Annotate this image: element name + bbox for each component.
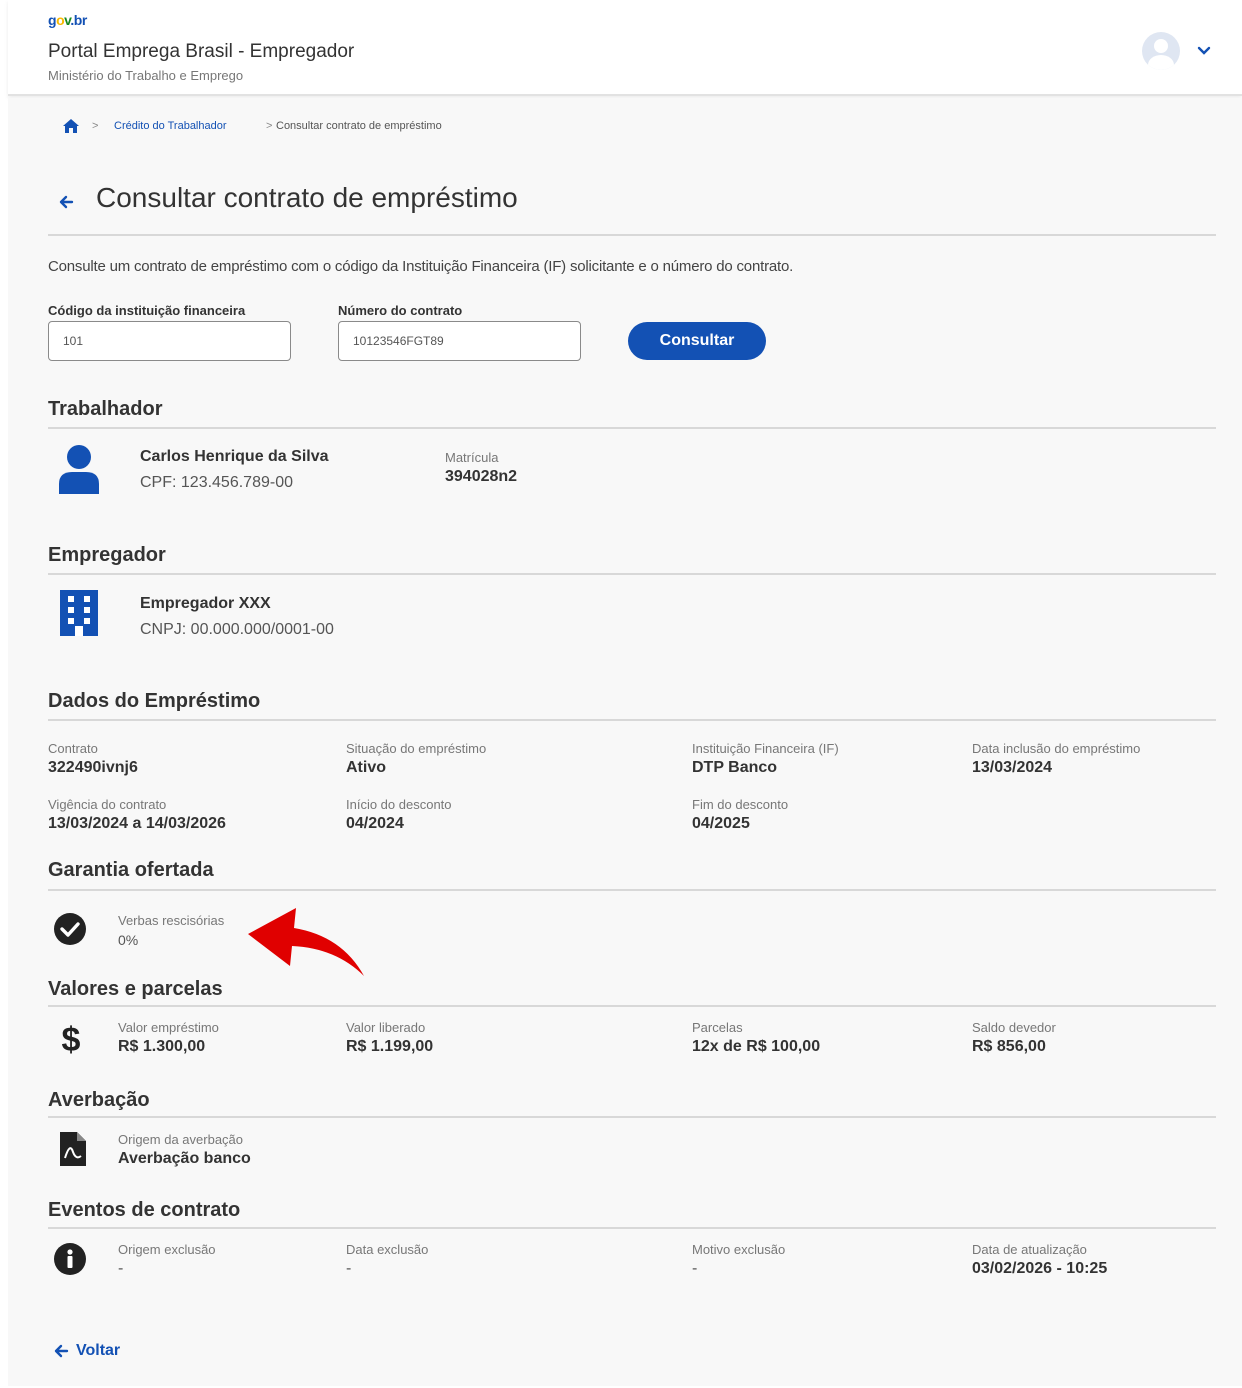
averbacao-label: Origem da averbação: [118, 1132, 244, 1147]
loan-field-value: 13/03/2024 a 14/03/2026: [48, 815, 226, 832]
section-heading-empregador: Empregador: [48, 544, 166, 566]
info-icon: [54, 1243, 86, 1275]
portal-title: Portal Emprega Brasil - Empregador: [48, 41, 355, 62]
event-field-value: -: [346, 1260, 352, 1277]
dollar-icon: $: [62, 1021, 81, 1056]
value-field-value: R$ 1.199,00: [346, 1038, 434, 1055]
document-icon: [60, 1132, 86, 1166]
divider: [48, 573, 1216, 575]
breadcrumb-current: Consultar contrato de empréstimo: [276, 120, 442, 132]
top-header: gov.br Portal Emprega Brasil - Empregado…: [8, 0, 1242, 96]
breadcrumb-separator: >: [266, 120, 273, 132]
event-field-value: -: [692, 1260, 698, 1277]
divider: [48, 1005, 1216, 1007]
section-heading-garantia: Garantia ofertada: [48, 859, 214, 881]
section-heading-emprestimo: Dados do Empréstimo: [48, 690, 261, 712]
event-field-label: Motivo exclusão: [692, 1242, 786, 1257]
loan-field-value: 04/2025: [692, 815, 750, 832]
section-heading-averbacao: Averbação: [48, 1089, 150, 1111]
govbr-logo[interactable]: gov.br: [48, 12, 87, 28]
loan-field-value: 322490ivnj6: [48, 759, 138, 776]
divider: [48, 889, 1216, 891]
averbacao-value: Averbação banco: [118, 1150, 251, 1167]
home-icon[interactable]: [62, 118, 80, 134]
breadcrumb-link[interactable]: Crédito do Trabalhador: [114, 120, 227, 132]
event-field-label: Data exclusão: [346, 1242, 429, 1257]
event-field-value: 03/02/2026 - 10:25: [972, 1260, 1108, 1277]
loan-field-label: Início do desconto: [346, 797, 452, 812]
divider: [48, 1227, 1216, 1229]
guarantee-label: Verbas rescisórias: [118, 913, 225, 928]
portal-subtitle: Ministério do Trabalho e Emprego: [48, 68, 244, 83]
loan-field-label: Fim do desconto: [692, 797, 789, 812]
loan-field-label: Situação do empréstimo: [346, 741, 487, 756]
loan-field-value: DTP Banco: [692, 759, 778, 776]
worker-cpf: CPF: 123.456.789-00: [140, 474, 293, 491]
page-description: Consulte um contrato de empréstimo com o…: [48, 258, 794, 275]
value-field-label: Valor empréstimo: [118, 1020, 219, 1035]
voltar-link[interactable]: Voltar: [76, 1342, 120, 1360]
section-heading-eventos: Eventos de contrato: [48, 1199, 241, 1221]
event-field-label: Data de atualização: [972, 1242, 1087, 1257]
loan-field-label: Contrato: [48, 741, 98, 756]
building-icon: [60, 590, 98, 636]
employer-name: Empregador XXX: [140, 595, 271, 612]
person-icon: [59, 445, 99, 494]
divider: [48, 234, 1216, 236]
event-field-label: Origem exclusão: [118, 1242, 216, 1257]
value-field-label: Valor liberado: [346, 1020, 426, 1035]
loan-field-value: 04/2024: [346, 815, 404, 832]
value-field-label: Saldo devedor: [972, 1020, 1056, 1035]
worker-name: Carlos Henrique da Silva: [140, 448, 329, 465]
avatar-body: [1148, 55, 1174, 70]
consultar-button[interactable]: Consultar: [628, 322, 766, 360]
avatar[interactable]: [1142, 32, 1180, 70]
divider: [48, 719, 1216, 721]
main-content: > Crédito do Trabalhador > Consultar con…: [8, 98, 1242, 1386]
value-field-label: Parcelas: [692, 1020, 743, 1035]
divider: [48, 427, 1216, 429]
contract-number-label: Número do contrato: [338, 303, 463, 318]
value-field-value: R$ 1.300,00: [118, 1038, 206, 1055]
arrow-left-icon[interactable]: [56, 192, 76, 212]
section-heading-valores: Valores e parcelas: [48, 978, 223, 1000]
page-title: Consultar contrato de empréstimo: [96, 182, 518, 213]
value-field-value: R$ 856,00: [972, 1038, 1046, 1055]
loan-field-value: 13/03/2024: [972, 759, 1053, 776]
employer-cnpj: CNPJ: 00.000.000/0001-00: [140, 621, 334, 638]
event-field-value: -: [118, 1260, 124, 1277]
section-heading-trabalhador: Trabalhador: [48, 398, 163, 420]
contract-number-input[interactable]: [338, 321, 581, 361]
divider: [48, 1116, 1216, 1118]
breadcrumb-separator: >: [92, 120, 99, 132]
annotation-arrow-icon: [248, 908, 364, 976]
loan-field-label: Data inclusão do empréstimo: [972, 741, 1141, 756]
matricula-value: 394028n2: [445, 468, 518, 485]
svg-text:$: $: [62, 1021, 81, 1056]
loan-field-label: Vigência do contrato: [48, 797, 167, 812]
check-circle-icon: [54, 913, 86, 945]
chevron-down-icon[interactable]: [1194, 40, 1214, 60]
loan-field-label: Instituição Financeira (IF): [692, 741, 839, 756]
matricula-label: Matrícula: [445, 450, 499, 465]
guarantee-value: 0%: [118, 932, 139, 948]
value-field-value: 12x de R$ 100,00: [692, 1038, 821, 1055]
if-code-label: Código da instituição financeira: [48, 303, 246, 318]
if-code-input[interactable]: [48, 321, 291, 361]
arrow-left-icon[interactable]: [52, 1342, 70, 1360]
avatar-head: [1154, 39, 1168, 53]
loan-field-value: Ativo: [346, 759, 386, 776]
